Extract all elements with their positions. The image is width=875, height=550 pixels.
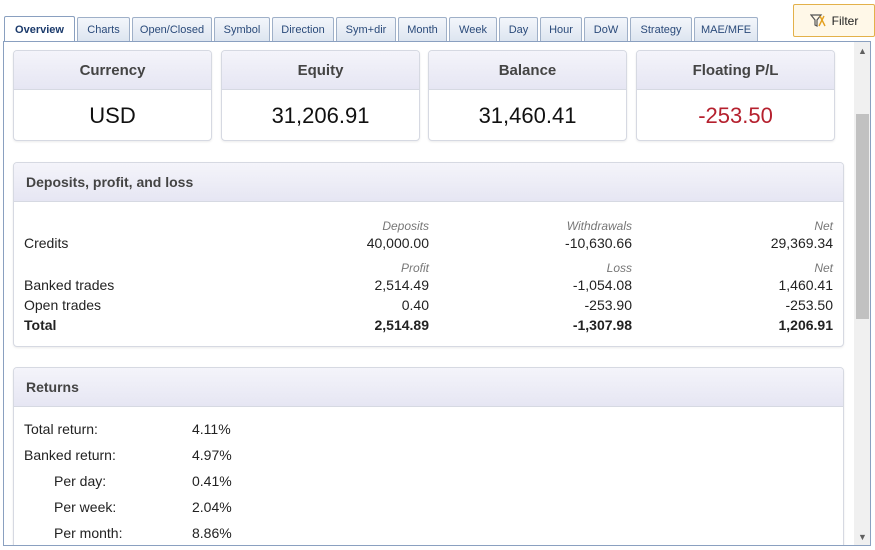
open-trades-row: Open trades 0.40 -253.90 -253.50 xyxy=(14,297,843,317)
scroll-thumb[interactable] xyxy=(856,114,869,319)
currency-card: Currency USD xyxy=(13,50,212,141)
total-label: Total xyxy=(24,317,57,333)
open-net: -253.50 xyxy=(785,297,833,313)
per-day-row: Per day: 0.41% xyxy=(14,473,314,493)
banked-return-value: 4.97% xyxy=(192,447,232,463)
per-week-row: Per week: 2.04% xyxy=(14,499,314,519)
scroll-down-icon[interactable]: ▼ xyxy=(854,528,870,545)
tab-week[interactable]: Week xyxy=(449,17,497,41)
deposits-panel: Deposits, profit, and loss Deposits With… xyxy=(13,162,844,347)
total-profit: 2,514.89 xyxy=(374,317,430,333)
tab-hour[interactable]: Hour xyxy=(540,17,582,41)
deposits-header: Deposits xyxy=(382,219,429,233)
tab-sym-dir[interactable]: Sym+dir xyxy=(336,17,396,41)
tab-bar: Overview Charts Open/Closed Symbol Direc… xyxy=(0,0,875,42)
floating-pl-card-title: Floating P/L xyxy=(637,51,834,90)
total-return-value: 4.11% xyxy=(192,421,231,437)
banked-profit: 2,514.49 xyxy=(374,277,430,293)
credits-header-row: Deposits Withdrawals Net xyxy=(14,219,843,235)
per-week-value: 2.04% xyxy=(192,499,232,515)
equity-card-title: Equity xyxy=(222,51,419,90)
profit-header: Profit xyxy=(400,261,429,275)
per-month-label: Per month: xyxy=(54,525,123,541)
trades-net-header: Net xyxy=(814,261,833,275)
banked-loss: -1,054.08 xyxy=(572,277,632,293)
credits-withdrawals: -10,630.66 xyxy=(565,235,632,251)
returns-panel-title: Returns xyxy=(14,368,843,407)
open-trades-label: Open trades xyxy=(24,297,102,313)
tab-open-closed[interactable]: Open/Closed xyxy=(132,17,212,41)
trades-header-row: Profit Loss Net xyxy=(14,261,843,277)
banked-return-row: Banked return: 4.97% xyxy=(14,447,314,467)
equity-value: 31,206.91 xyxy=(271,102,370,128)
banked-trades-label: Banked trades xyxy=(24,277,115,293)
equity-card: Equity 31,206.91 xyxy=(221,50,420,141)
tab-direction[interactable]: Direction xyxy=(272,17,334,41)
scroll-up-icon[interactable]: ▲ xyxy=(854,42,870,59)
withdrawals-header: Withdrawals xyxy=(566,219,632,233)
banked-net: 1,460.41 xyxy=(778,277,834,293)
overview-content: Currency USD Equity 31,206.91 Balance 31… xyxy=(3,42,871,546)
per-month-value: 8.86% xyxy=(192,525,232,541)
banked-return-label: Banked return: xyxy=(24,447,116,463)
tab-symbol[interactable]: Symbol xyxy=(214,17,270,41)
balance-value: 31,460.41 xyxy=(478,102,577,128)
total-net: 1,206.91 xyxy=(778,317,834,333)
total-return-row: Total return: 4.11% xyxy=(14,421,314,441)
balance-card-title: Balance xyxy=(429,51,626,90)
loss-header: Loss xyxy=(606,261,632,275)
tab-overview[interactable]: Overview xyxy=(4,16,75,42)
filter-label: Filter xyxy=(831,13,859,28)
total-row: Total 2,514.89 -1,307.98 1,206.91 xyxy=(14,317,843,337)
per-day-value: 0.41% xyxy=(192,473,232,489)
banked-trades-row: Banked trades 2,514.49 -1,054.08 1,460.4… xyxy=(14,277,843,297)
returns-panel: Returns Total return: 4.11% Banked retur… xyxy=(13,367,844,545)
floating-pl-value: -253.50 xyxy=(698,102,773,128)
per-week-label: Per week: xyxy=(54,499,117,515)
total-return-label: Total return: xyxy=(24,421,98,437)
credits-deposits: 40,000.00 xyxy=(366,235,429,251)
tab-strategy[interactable]: Strategy xyxy=(630,17,692,41)
per-month-row: Per month: 8.86% xyxy=(14,525,314,545)
tab-month[interactable]: Month xyxy=(398,17,447,41)
vertical-scrollbar[interactable]: ▲ ▼ xyxy=(854,42,870,545)
floating-pl-card: Floating P/L -253.50 xyxy=(636,50,835,141)
filter-button[interactable]: Filter xyxy=(793,4,875,37)
open-profit: 0.40 xyxy=(401,297,429,313)
open-loss: -253.90 xyxy=(584,297,632,313)
net-header: Net xyxy=(814,219,833,233)
balance-card: Balance 31,460.41 xyxy=(428,50,627,141)
tab-dow[interactable]: DoW xyxy=(584,17,628,41)
credits-net: 29,369.34 xyxy=(770,235,833,251)
deposits-panel-title: Deposits, profit, and loss xyxy=(14,163,843,202)
tab-mae-mfe[interactable]: MAE/MFE xyxy=(694,17,758,41)
tab-charts[interactable]: Charts xyxy=(77,17,130,41)
currency-value: USD xyxy=(89,102,136,128)
tab-day[interactable]: Day xyxy=(499,17,538,41)
per-day-label: Per day: xyxy=(54,473,107,489)
filter-icon xyxy=(809,13,826,28)
credits-label: Credits xyxy=(24,235,69,251)
currency-card-title: Currency xyxy=(14,51,211,90)
credits-row: Credits 40,000.00 -10,630.66 29,369.34 xyxy=(14,235,843,255)
total-loss: -1,307.98 xyxy=(572,317,632,333)
